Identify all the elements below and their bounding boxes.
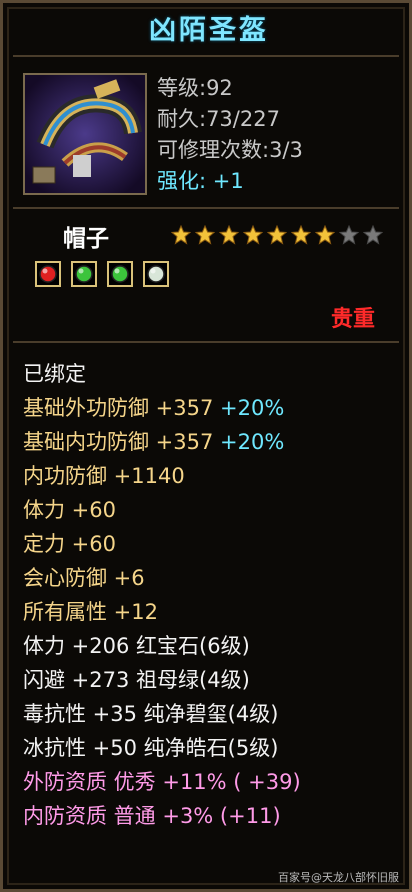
attribute-text: 体力 +206 红宝石(6级) [23,634,250,658]
attribute-line: 基础内功防御 +357 +20% [23,425,393,459]
attribute-text: 基础外功防御 +357 [23,396,221,420]
attribute-line: 基础外功防御 +357 +20% [23,391,393,425]
attribute-line: 定力 +60 [23,527,393,561]
attribute-text: 内防资质 普通 +3% (+11) [23,804,281,828]
attribute-text: 毒抗性 +35 纯净碧玺(4级) [23,702,279,726]
attribute-line: 闪避 +273 祖母绿(4级) [23,663,393,697]
level-stat: 等级:92 [157,76,233,100]
attribute-text: +20% [220,430,285,454]
star-filled-icon [195,225,215,245]
attribute-text: 外防资质 优秀 +11% ( +39) [23,770,301,794]
red-gem-icon [35,261,61,287]
star-empty-icon [339,225,359,245]
star-filled-icon [315,225,335,245]
attribute-text: 基础内功防御 +357 [23,430,221,454]
item-type: 帽子 [63,226,109,252]
attribute-line: 已绑定 [23,357,393,391]
white-gem-icon [143,261,169,287]
attribute-line: 毒抗性 +35 纯净碧玺(4级) [23,697,393,731]
star-rating [171,225,383,245]
attribute-line: 外防资质 优秀 +11% ( +39) [23,765,393,799]
enhance-value: +1 [212,169,244,193]
attribute-text: 会心防御 +6 [23,566,145,590]
attribute-line: 内防资质 普通 +3% (+11) [23,799,393,833]
item-title: 凶陌圣盔 [149,15,269,46]
attribute-text: 所有属性 +12 [23,600,158,624]
watermark: 百家号@天龙八部怀旧服 [278,871,399,884]
attribute-line: 内功防御 +1140 [23,459,393,493]
attribute-text: +20% [220,396,285,420]
attribute-text: 闪避 +273 祖母绿(4级) [23,668,250,692]
durability-stat: 耐久:73/227 [157,107,280,131]
attribute-text: 定力 +60 [23,532,116,556]
item-tooltip: 凶陌圣盔 等级:92 耐久:73/227 可修理次数:3/3 强化: +1 帽子… [0,0,412,892]
star-empty-icon [363,225,383,245]
attribute-line: 冰抗性 +50 纯净皓石(5级) [23,731,393,765]
attribute-list: 已绑定 基础外功防御 +357 +20% 基础内功防御 +357 +20% 内功防御 … [23,357,393,833]
helmet-icon [25,75,145,193]
divider [13,341,399,343]
star-filled-icon [243,225,263,245]
rarity-label: 贵重 [330,307,375,332]
divider [13,207,399,209]
enhance-stat: 强化: +1 [157,166,244,196]
green-gem-icon [71,261,97,287]
attribute-line: 体力 +206 红宝石(6级) [23,629,393,663]
attribute-line: 体力 +60 [23,493,393,527]
star-filled-icon [267,225,287,245]
attribute-text: 内功防御 +1140 [23,464,185,488]
attribute-text: 冰抗性 +50 纯净皓石(5级) [23,736,279,760]
attribute-line: 所有属性 +12 [23,595,393,629]
attribute-line: 会心防御 +6 [23,561,393,595]
star-filled-icon [219,225,239,245]
attribute-text: 已绑定 [23,362,86,386]
gem-slots [35,261,169,287]
item-icon [23,73,147,195]
star-filled-icon [291,225,311,245]
green-gem-icon [107,261,133,287]
star-filled-icon [171,225,191,245]
enhance-label: 强化: [157,169,207,193]
divider [13,55,399,57]
attribute-text: 体力 +60 [23,498,116,522]
repair-stat: 可修理次数:3/3 [157,138,303,162]
